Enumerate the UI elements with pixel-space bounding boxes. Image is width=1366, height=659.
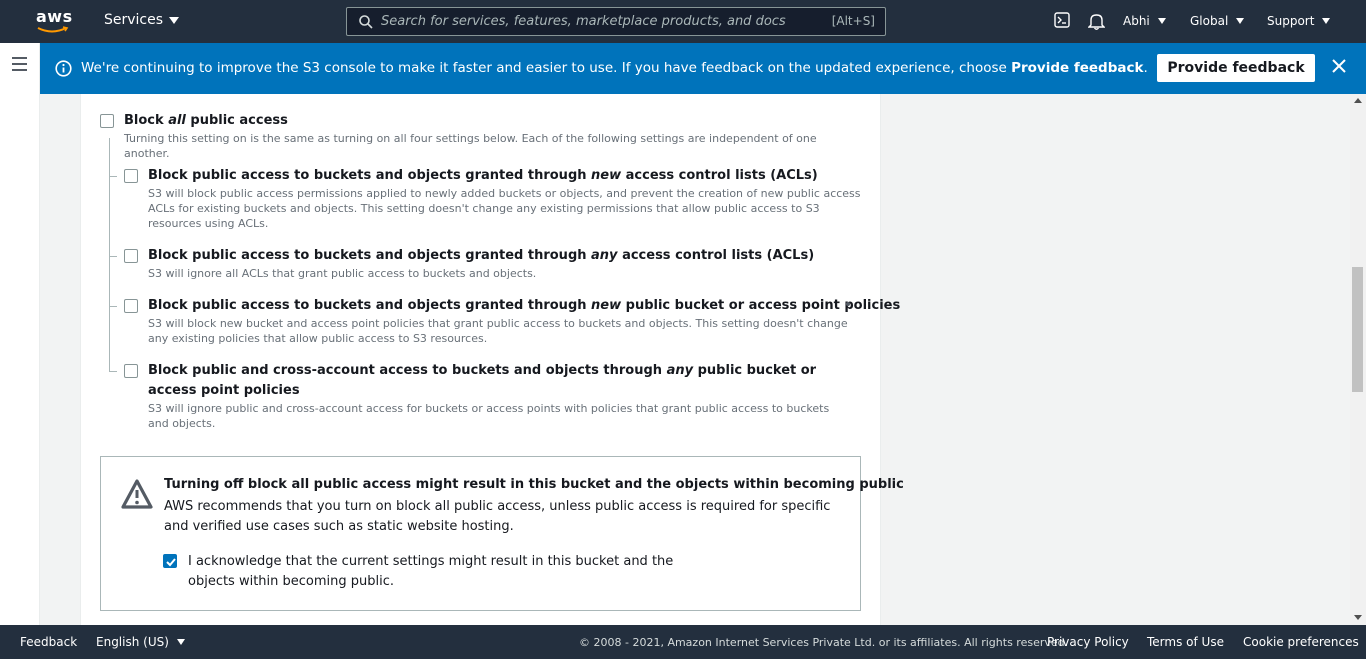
search-shortcut: [Alt+S] bbox=[831, 14, 875, 28]
banner-message: We're continuing to improve the S3 conso… bbox=[81, 60, 1148, 76]
public-access-warning: Turning off block all public access migh… bbox=[100, 456, 904, 611]
privacy-policy-link[interactable]: Privacy Policy bbox=[1047, 635, 1129, 649]
cloudshell-icon[interactable] bbox=[1054, 12, 1070, 32]
block-new-policies-description: S3 will block new bucket and access poin… bbox=[148, 317, 848, 345]
block-cross-account-description: S3 will ignore public and cross-account … bbox=[148, 402, 830, 430]
checkmark-icon bbox=[166, 558, 176, 567]
warning-description: AWS recommends that you turn on block al… bbox=[164, 499, 831, 534]
block-any-acls-description: S3 will ignore all ACLs that grant publi… bbox=[148, 267, 537, 280]
aws-smile-icon bbox=[37, 26, 69, 33]
language-selector[interactable]: English (US) bbox=[96, 635, 185, 649]
copyright-text: © 2008 - 2021, Amazon Internet Services … bbox=[579, 636, 1069, 649]
region-menu[interactable]: Global bbox=[1190, 14, 1245, 28]
user-label: Abhi bbox=[1123, 14, 1150, 28]
search-icon bbox=[359, 14, 373, 29]
info-icon bbox=[55, 60, 72, 77]
warning-triangle-icon bbox=[121, 479, 153, 509]
top-navigation: aws Services [Alt+S] Abhi Glob bbox=[0, 0, 1366, 43]
block-all-checkbox[interactable] bbox=[100, 114, 114, 128]
chevron-down-icon bbox=[169, 16, 180, 24]
block-all-title: Block all public access bbox=[124, 113, 288, 128]
provide-feedback-button[interactable]: Provide feedback bbox=[1157, 54, 1315, 82]
chevron-down-icon bbox=[1157, 18, 1166, 24]
banner-message-bold: Provide feedback bbox=[1011, 60, 1144, 76]
block-new-acls-description: S3 will block public access permissions … bbox=[148, 187, 861, 230]
scroll-down-arrow-icon[interactable] bbox=[1354, 615, 1362, 620]
search-bar[interactable]: [Alt+S] bbox=[346, 7, 886, 36]
block-any-acls-title: Block public access to buckets and objec… bbox=[148, 248, 815, 263]
aws-logo[interactable]: aws bbox=[36, 9, 72, 35]
footer: Feedback English (US) © 2008 - 2021, Ama… bbox=[0, 625, 1366, 659]
region-label: Global bbox=[1190, 14, 1229, 28]
footer-feedback-link[interactable]: Feedback bbox=[20, 635, 77, 649]
warning-title: Turning off block all public access migh… bbox=[164, 477, 904, 492]
acknowledge-label[interactable]: I acknowledge that the current settings … bbox=[188, 552, 688, 592]
services-label: Services bbox=[104, 12, 164, 28]
page-scrollbar[interactable] bbox=[1350, 94, 1366, 625]
acknowledge-checkbox[interactable] bbox=[163, 554, 177, 568]
bell-icon[interactable] bbox=[1087, 12, 1106, 34]
scroll-thumb[interactable] bbox=[1352, 267, 1363, 392]
user-menu[interactable]: Abhi bbox=[1123, 14, 1166, 28]
tree-connector bbox=[109, 138, 110, 371]
block-any-acls-checkbox[interactable] bbox=[124, 249, 138, 263]
block-new-acls-checkbox[interactable] bbox=[124, 169, 138, 183]
cookie-preferences-link[interactable]: Cookie preferences bbox=[1243, 635, 1359, 649]
feedback-banner: We're continuing to improve the S3 conso… bbox=[40, 43, 1366, 94]
services-menu[interactable]: Services bbox=[104, 12, 180, 28]
chevron-down-icon bbox=[1236, 18, 1245, 24]
block-new-policies-title: Block public access to buckets and objec… bbox=[148, 298, 901, 313]
block-new-acls-title: Block public access to buckets and objec… bbox=[148, 168, 818, 183]
search-input[interactable] bbox=[381, 14, 811, 29]
block-new-policies-checkbox[interactable] bbox=[124, 299, 138, 313]
scroll-up-arrow-icon[interactable] bbox=[1354, 98, 1362, 103]
chevron-down-icon bbox=[176, 639, 185, 645]
side-nav-strip bbox=[0, 43, 40, 625]
aws-logo-text: aws bbox=[36, 7, 73, 26]
block-all-description: Turning this setting on is the same as t… bbox=[124, 132, 817, 160]
hamburger-menu-icon[interactable] bbox=[12, 57, 27, 75]
language-label: English (US) bbox=[96, 635, 169, 649]
cursor-dot bbox=[846, 302, 850, 306]
close-icon[interactable] bbox=[1331, 58, 1347, 74]
block-cross-account-checkbox[interactable] bbox=[124, 364, 138, 378]
support-label: Support bbox=[1267, 14, 1315, 28]
terms-of-use-link[interactable]: Terms of Use bbox=[1147, 635, 1224, 649]
support-menu[interactable]: Support bbox=[1267, 14, 1331, 28]
chevron-down-icon bbox=[1322, 18, 1331, 24]
block-cross-account-title: Block public and cross-account access to… bbox=[148, 363, 817, 398]
block-public-access-panel: Block all public access Turning this set… bbox=[80, 94, 904, 625]
